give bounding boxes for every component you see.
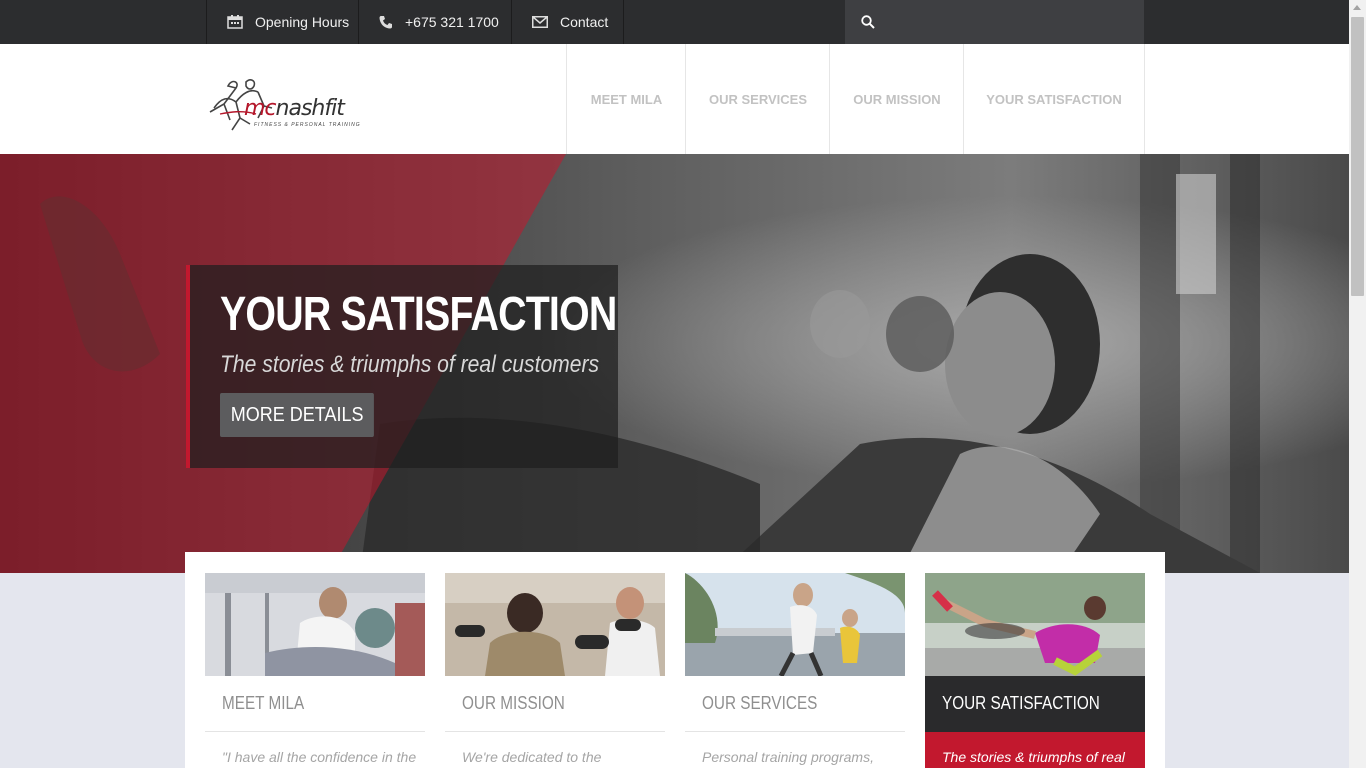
card-image[interactable] (685, 573, 905, 676)
card-our-mission[interactable]: OUR MISSION We're dedicated to the (445, 573, 665, 768)
card-divider (685, 731, 905, 732)
card-description: Personal training programs, (702, 749, 874, 765)
card-title: OUR SERVICES (702, 693, 818, 713)
card-image[interactable] (205, 573, 425, 676)
nav-your-satisfaction[interactable]: YOUR SATISFACTION (963, 44, 1145, 154)
scrollbar-thumb[interactable] (1351, 17, 1364, 296)
card-description: We're dedicated to the (462, 749, 602, 765)
card-divider (205, 731, 425, 732)
contact-label: Contact (560, 14, 609, 30)
search-icon[interactable] (861, 15, 875, 29)
top-bar: Opening Hours +675 321 1700 Contact (0, 0, 1349, 44)
card-title: YOUR SATISFACTION (942, 693, 1100, 713)
site-logo[interactable]: mcnashfit FITNESS & PERSONAL TRAINING (206, 68, 372, 134)
logo-wordmark: mcnashfit (244, 96, 345, 121)
feature-cards: MEET MILA "I have all the confidence in … (185, 552, 1165, 768)
phone-link[interactable]: +675 321 1700 (358, 0, 512, 44)
hero-subtitle: The stories & triumphs of real customers (220, 351, 600, 378)
card-image[interactable] (445, 573, 665, 676)
card-title: MEET MILA (222, 693, 305, 713)
page-scrollbar[interactable] (1349, 0, 1366, 768)
opening-hours-label: Opening Hours (255, 14, 350, 30)
search-box (845, 0, 1144, 44)
opening-hours-link[interactable]: Opening Hours (206, 0, 359, 44)
card-meet-mila[interactable]: MEET MILA "I have all the confidence in … (205, 573, 425, 768)
card-description: The stories & triumphs of real (942, 749, 1125, 765)
phone-label: +675 321 1700 (405, 14, 499, 30)
hero-slider: YOUR SATISFACTION The stories & triumphs… (0, 154, 1349, 573)
card-image[interactable] (925, 573, 1145, 676)
card-our-services[interactable]: OUR SERVICES Personal training programs, (685, 573, 905, 768)
card-your-satisfaction[interactable]: YOUR SATISFACTION The stories & triumphs… (925, 573, 1145, 768)
search-input[interactable] (885, 7, 1144, 37)
nav-our-mission[interactable]: OUR MISSION (829, 44, 964, 154)
logo-tagline: FITNESS & PERSONAL TRAINING (254, 122, 361, 128)
scroll-up-arrow-icon[interactable] (1353, 5, 1361, 10)
nav-our-services[interactable]: OUR SERVICES (685, 44, 830, 154)
calendar-icon (227, 15, 243, 29)
more-details-button[interactable]: MORE DETAILS (220, 393, 375, 437)
site-header: mcnashfit FITNESS & PERSONAL TRAINING ME… (0, 44, 1349, 154)
contact-link[interactable]: Contact (511, 0, 624, 44)
card-divider (445, 731, 665, 732)
nav-meet-mila[interactable]: MEET MILA (566, 44, 686, 154)
envelope-icon (532, 16, 548, 28)
card-title: OUR MISSION (462, 693, 565, 713)
hero-title: YOUR SATISFACTION (220, 288, 617, 341)
phone-icon (379, 16, 392, 29)
card-description: "I have all the confidence in the (222, 749, 417, 765)
hero-caption: YOUR SATISFACTION The stories & triumphs… (186, 265, 618, 468)
